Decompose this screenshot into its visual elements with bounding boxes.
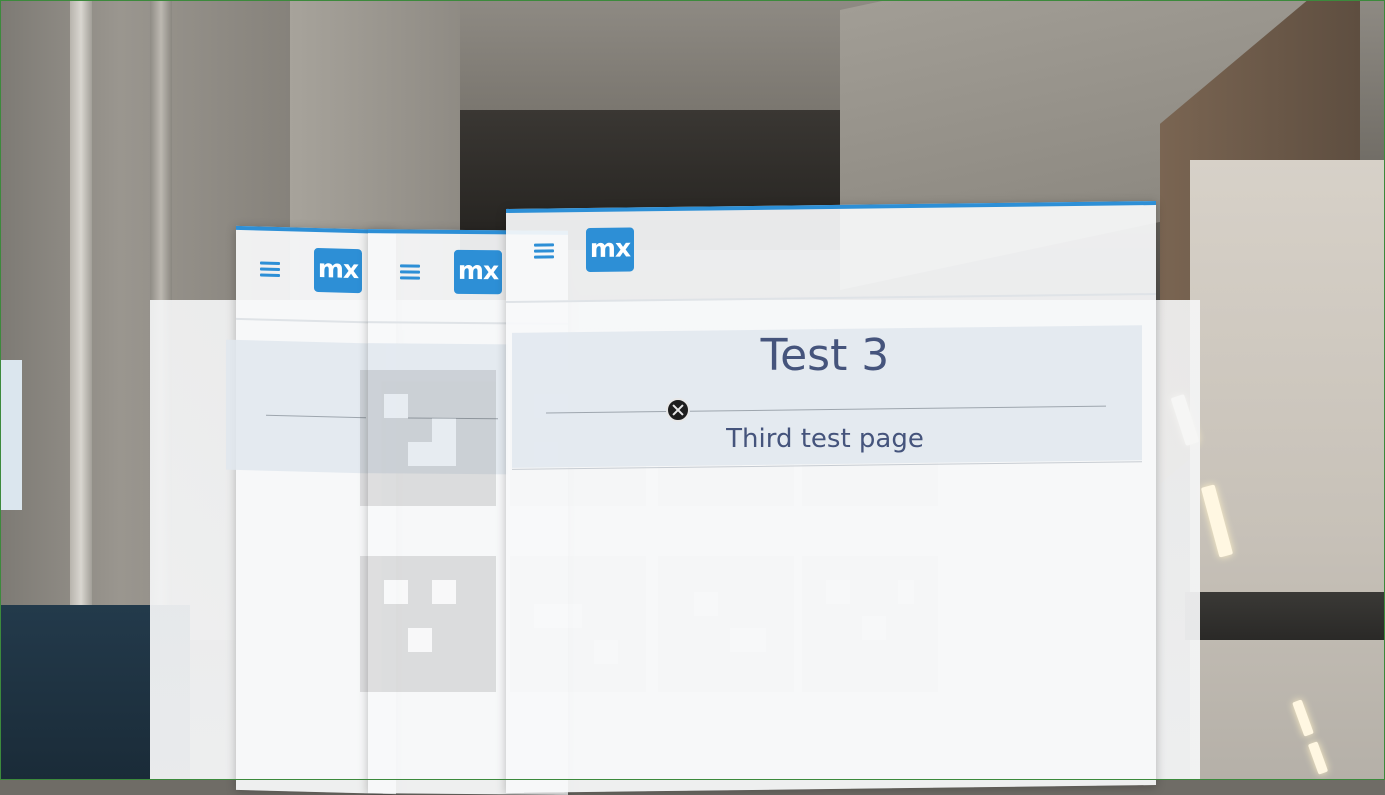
hamburger-menu-icon[interactable] — [260, 261, 280, 280]
page-title: Test 3 — [760, 330, 890, 381]
window-topbar: mx — [506, 205, 1156, 303]
ceiling-duct — [1185, 592, 1385, 640]
fiducial-marker — [360, 556, 496, 692]
hamburger-menu-icon[interactable] — [534, 242, 554, 260]
mx-logo: mx — [586, 227, 634, 272]
gaze-cursor-icon — [666, 398, 690, 422]
background-window — [0, 360, 22, 510]
app-window-3[interactable]: mx — [506, 201, 1156, 793]
hamburger-menu-icon[interactable] — [400, 263, 420, 281]
mx-logo: mx — [454, 249, 502, 295]
right-hallway — [1190, 160, 1385, 780]
mx-logo: mx — [314, 247, 362, 294]
fiducial-marker — [360, 370, 496, 506]
page-subtitle: Third test page — [726, 424, 924, 454]
metal-rail — [70, 0, 92, 620]
